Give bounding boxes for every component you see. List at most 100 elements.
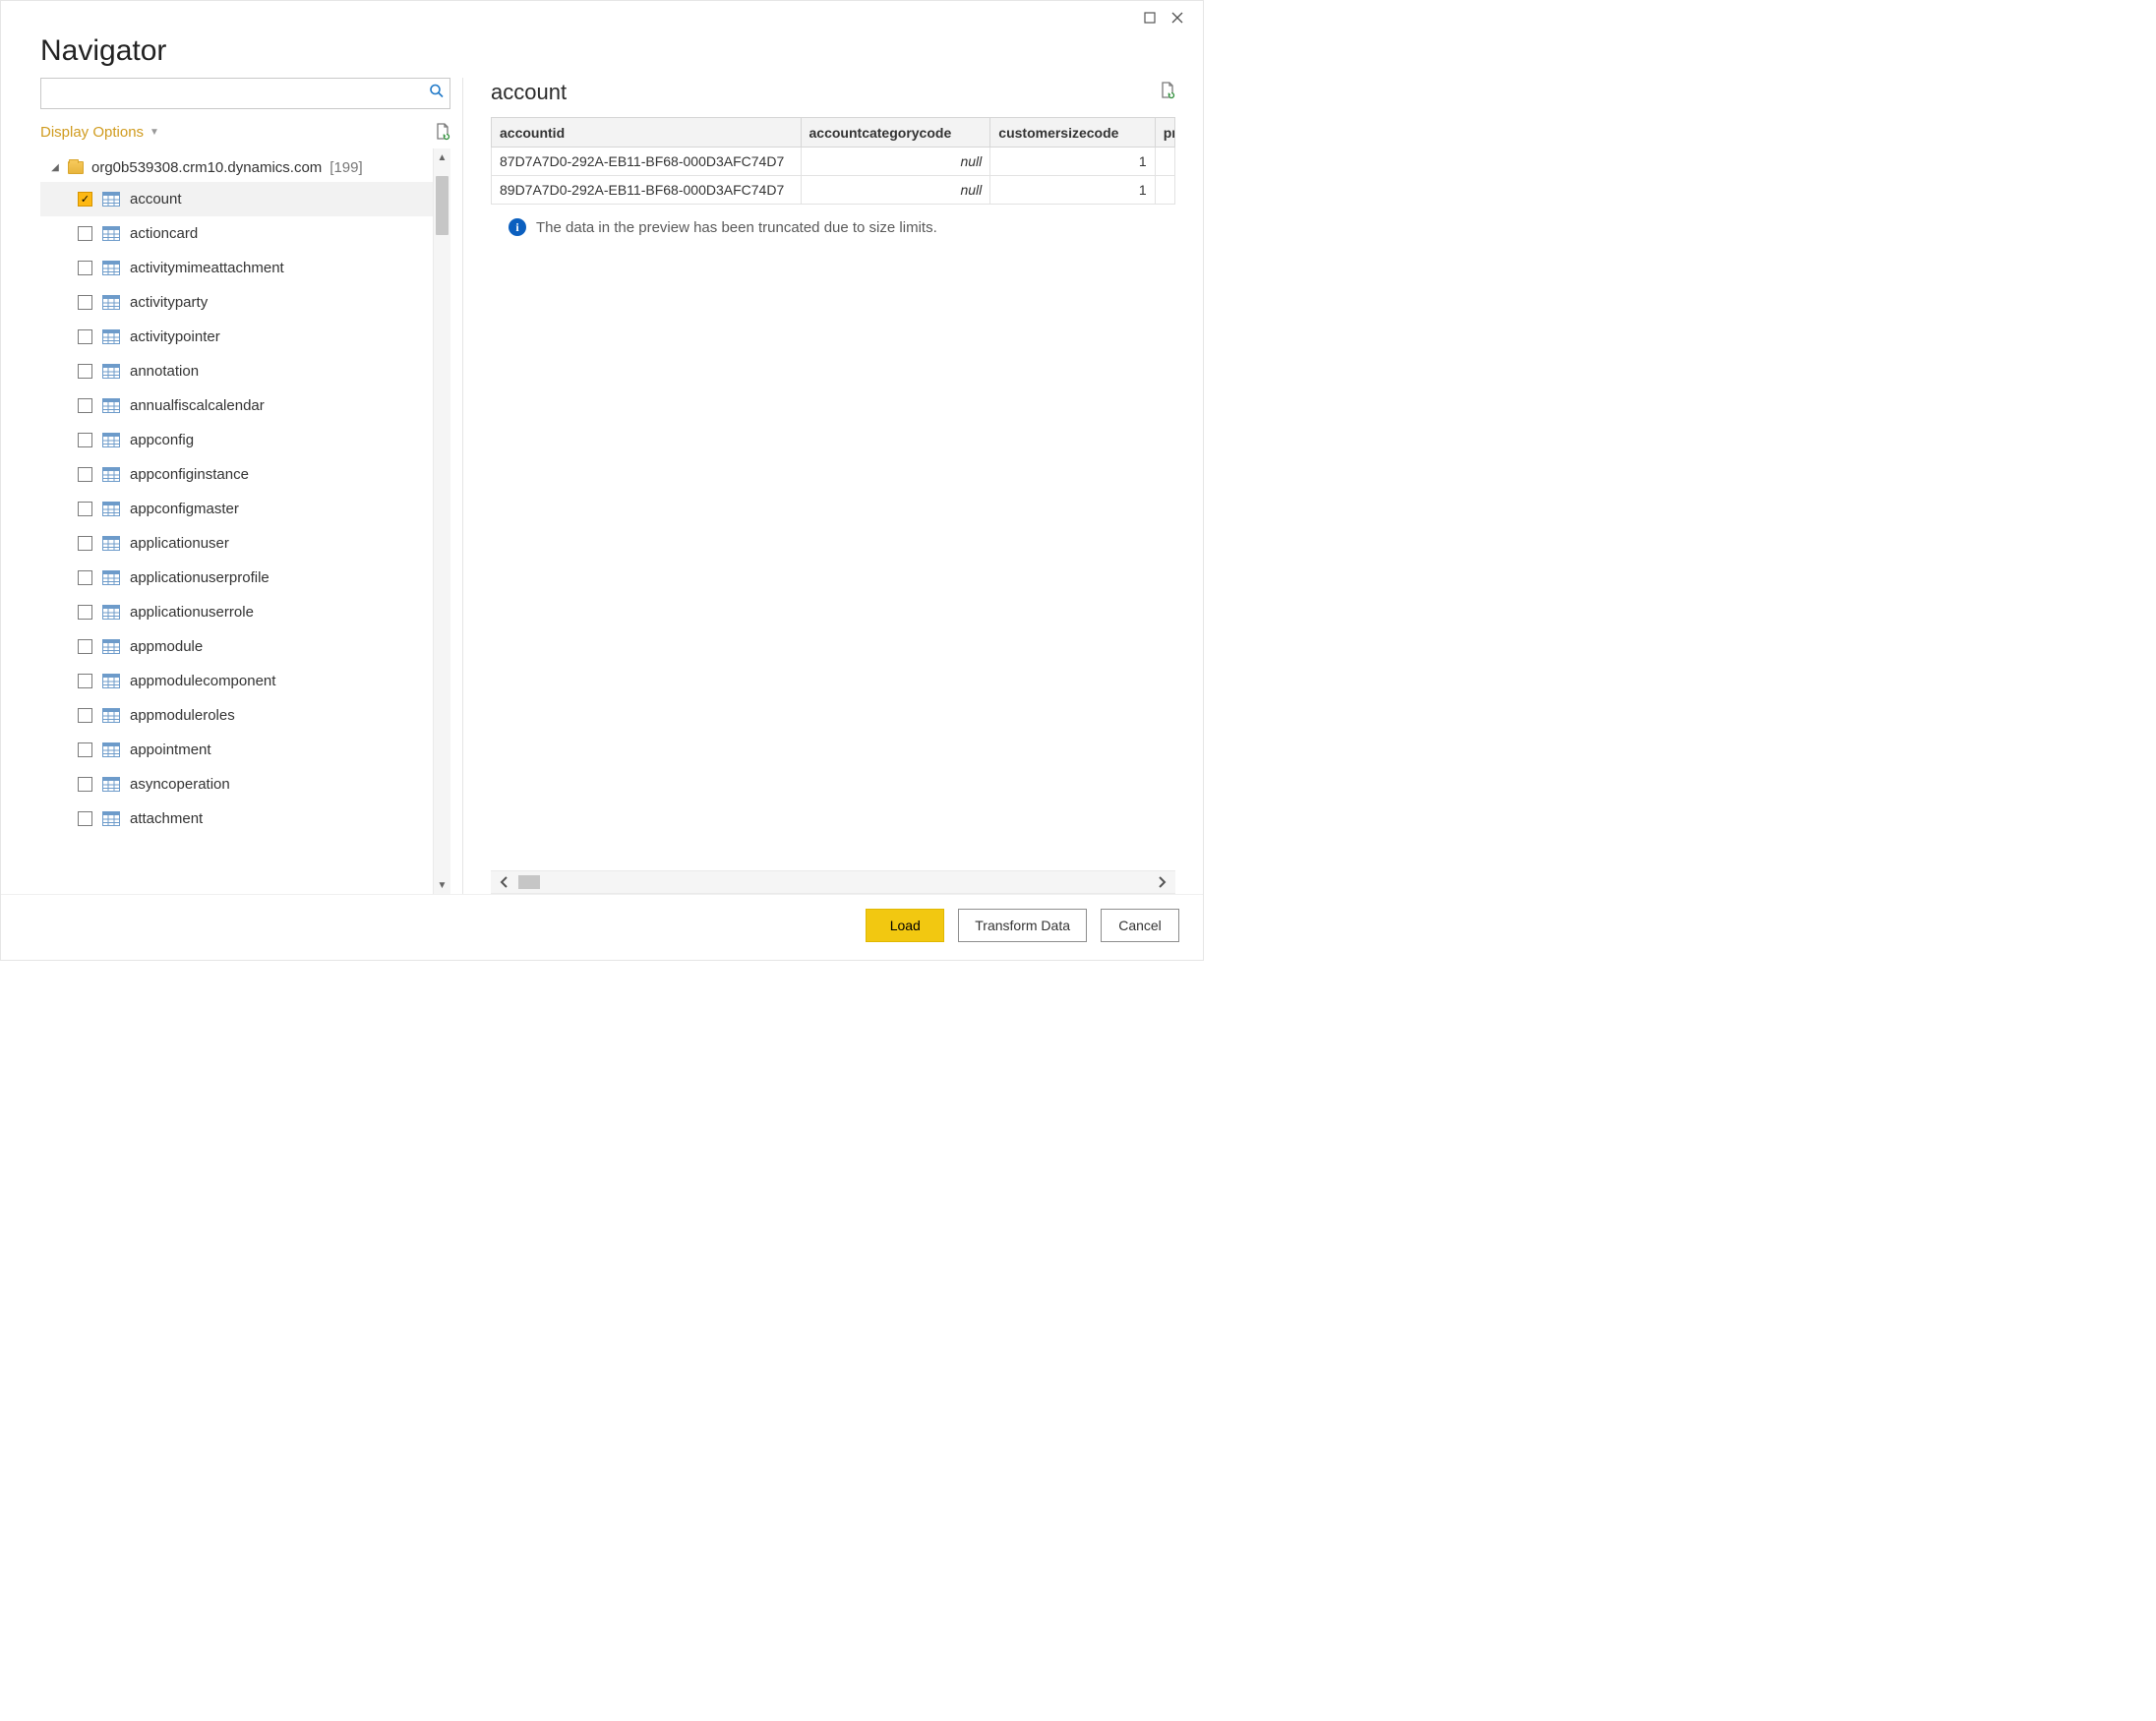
checkbox[interactable] — [78, 226, 92, 241]
tree-list: ✓account actioncard activitymimeattachment… — [40, 182, 433, 836]
table-row[interactable]: 87D7A7D0-292A-EB11-BF68-000D3AFC74D7null… — [492, 148, 1175, 176]
select-related-tables-icon[interactable] — [435, 123, 450, 141]
scroll-up-icon[interactable]: ▲ — [434, 148, 450, 166]
checkbox[interactable] — [78, 467, 92, 482]
window-close-button[interactable] — [1164, 7, 1191, 29]
col-header-accountcategorycode[interactable]: accountcategorycode — [801, 118, 990, 148]
checkbox[interactable] — [78, 364, 92, 379]
horizontal-scrollbar[interactable] — [491, 870, 1175, 894]
checkbox[interactable] — [78, 261, 92, 275]
navigator-left-panel: Display Options ▼ ◢ org0b539308.crm10.dy… — [40, 78, 463, 894]
tree-item[interactable]: activitymimeattachment — [40, 251, 433, 285]
display-options-dropdown[interactable]: Display Options ▼ — [40, 124, 159, 141]
search-input[interactable] — [40, 78, 450, 109]
tree-item[interactable]: annualfiscalcalendar — [40, 388, 433, 423]
checkbox[interactable] — [78, 742, 92, 757]
table-icon — [102, 261, 120, 275]
dialog-title: Navigator — [40, 34, 1164, 68]
hscroll-track[interactable] — [518, 871, 1148, 893]
tree-item[interactable]: appconfiginstance — [40, 457, 433, 492]
window-restore-button[interactable] — [1136, 7, 1164, 29]
truncation-text: The data in the preview has been truncat… — [536, 219, 937, 236]
table-icon — [102, 536, 120, 551]
scroll-left-icon[interactable] — [491, 871, 518, 893]
display-options-label: Display Options — [40, 124, 144, 141]
tree-item[interactable]: appmodule — [40, 629, 433, 664]
tree-item[interactable]: activityparty — [40, 285, 433, 320]
tree-item[interactable]: annotation — [40, 354, 433, 388]
table-row[interactable]: 89D7A7D0-292A-EB11-BF68-000D3AFC74D7null… — [492, 176, 1175, 205]
tree-item[interactable]: appconfig — [40, 423, 433, 457]
checkbox[interactable] — [78, 570, 92, 585]
tree-item-label: appconfiginstance — [130, 466, 249, 483]
checkbox[interactable] — [78, 639, 92, 654]
tree-root: ◢ org0b539308.crm10.dynamics.com [199] ✓… — [40, 148, 433, 836]
folder-icon — [68, 161, 84, 174]
checkbox[interactable] — [78, 811, 92, 826]
tree-item[interactable]: attachment — [40, 801, 433, 836]
tree-item-label: appmodule — [130, 638, 203, 655]
tree-item-label: annotation — [130, 363, 199, 380]
tree-item[interactable]: activitypointer — [40, 320, 433, 354]
preview-refresh-button[interactable] — [1160, 82, 1175, 104]
tree-item[interactable]: appmoduleroles — [40, 698, 433, 733]
tree-root-node[interactable]: ◢ org0b539308.crm10.dynamics.com [199] — [40, 152, 433, 182]
root-label: org0b539308.crm10.dynamics.com — [91, 159, 322, 176]
tree-item[interactable]: applicationuserrole — [40, 595, 433, 629]
checkbox[interactable] — [78, 708, 92, 723]
checkbox[interactable] — [78, 398, 92, 413]
titlebar — [1, 1, 1203, 29]
scroll-thumb[interactable] — [436, 176, 449, 235]
checkbox[interactable] — [78, 329, 92, 344]
checkbox[interactable] — [78, 605, 92, 620]
scroll-right-icon[interactable] — [1148, 871, 1175, 893]
scroll-down-icon[interactable]: ▼ — [434, 876, 450, 894]
checkbox[interactable] — [78, 502, 92, 516]
tree-item[interactable]: applicationuserprofile — [40, 561, 433, 595]
tree-item[interactable]: appconfigmaster — [40, 492, 433, 526]
table-icon — [102, 398, 120, 413]
tree-item-label: applicationuserrole — [130, 604, 254, 621]
cell-partial — [1155, 176, 1174, 205]
tree-item-label: activityparty — [130, 294, 208, 311]
load-button[interactable]: Load — [866, 909, 944, 942]
dialog-header: Navigator — [1, 29, 1203, 78]
tree-item[interactable]: actioncard — [40, 216, 433, 251]
vertical-scrollbar[interactable]: ▲ ▼ — [433, 148, 450, 894]
scroll-track[interactable] — [434, 166, 450, 876]
tree-item-label: applicationuserprofile — [130, 569, 270, 586]
col-header-accountid[interactable]: accountid — [492, 118, 802, 148]
table-icon — [102, 226, 120, 241]
tree-item[interactable]: applicationuser — [40, 526, 433, 561]
cell-accountid: 89D7A7D0-292A-EB11-BF68-000D3AFC74D7 — [492, 176, 802, 205]
tree-item[interactable]: appmodulecomponent — [40, 664, 433, 698]
checkbox[interactable]: ✓ — [78, 192, 92, 207]
col-header-partial[interactable]: pr — [1155, 118, 1174, 148]
checkbox[interactable] — [78, 536, 92, 551]
cancel-button[interactable]: Cancel — [1101, 909, 1179, 942]
tree-item-label: attachment — [130, 810, 203, 827]
search-icon[interactable] — [429, 84, 445, 104]
preview-title: account — [491, 80, 567, 105]
preview-panel: account accountid accountcategorycode cu… — [463, 78, 1175, 894]
main-content: Display Options ▼ ◢ org0b539308.crm10.dy… — [1, 78, 1203, 894]
checkbox[interactable] — [78, 433, 92, 447]
checkbox[interactable] — [78, 674, 92, 688]
col-header-customersizecode[interactable]: customersizecode — [990, 118, 1155, 148]
table-icon — [102, 777, 120, 792]
checkbox[interactable] — [78, 777, 92, 792]
hscroll-thumb[interactable] — [518, 875, 540, 889]
tree-item[interactable]: asyncoperation — [40, 767, 433, 801]
tree-item[interactable]: appointment — [40, 733, 433, 767]
checkbox[interactable] — [78, 295, 92, 310]
table-icon — [102, 433, 120, 447]
truncation-note: i The data in the preview has been trunc… — [491, 205, 1175, 236]
table-icon — [102, 295, 120, 310]
transform-data-button[interactable]: Transform Data — [958, 909, 1087, 942]
tree-item[interactable]: ✓account — [40, 182, 433, 216]
collapse-icon: ◢ — [50, 162, 60, 173]
close-icon — [1171, 12, 1183, 24]
table-icon — [102, 708, 120, 723]
tree-item-label: annualfiscalcalendar — [130, 397, 265, 414]
tree-item-label: actioncard — [130, 225, 198, 242]
